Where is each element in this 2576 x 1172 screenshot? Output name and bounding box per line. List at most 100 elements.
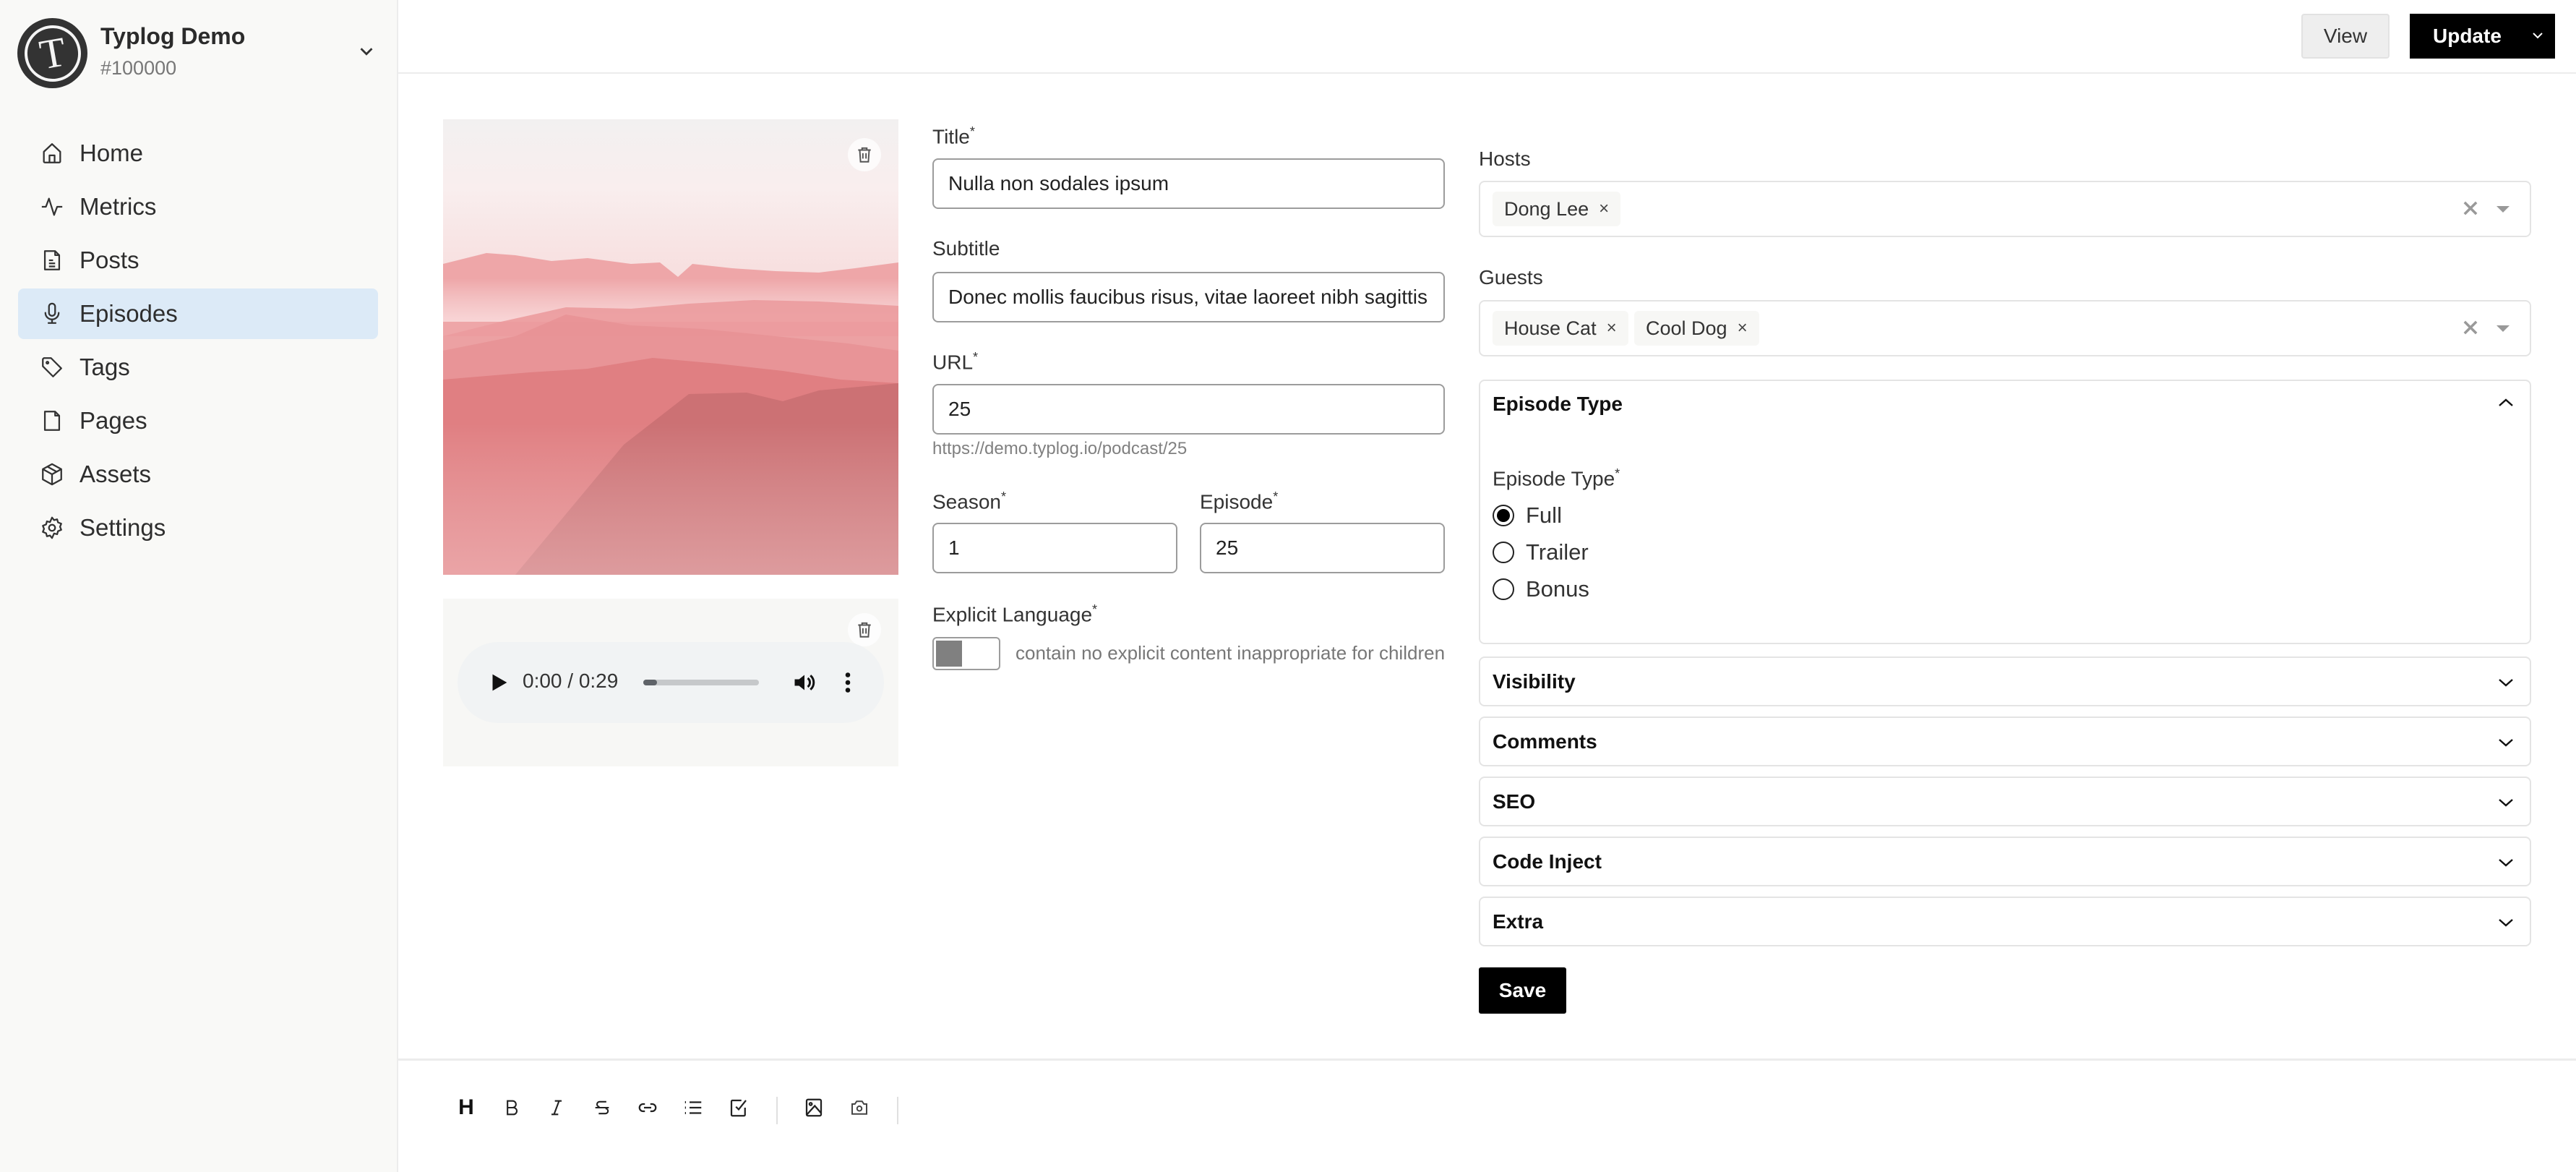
- episode-label: Episode*: [1200, 489, 1279, 513]
- sidebar: T Typlog Demo #100000 Home Metrics Posts…: [0, 0, 398, 1172]
- visibility-panel[interactable]: Visibility: [1479, 656, 2531, 706]
- extra-panel[interactable]: Extra: [1479, 897, 2531, 946]
- hosts-select[interactable]: Dong Lee ×: [1479, 181, 2531, 237]
- sidebar-item-pages[interactable]: Pages: [18, 395, 378, 446]
- play-icon[interactable]: [486, 670, 511, 696]
- sidebar-item-label: Posts: [80, 247, 139, 273]
- radio-label: Trailer: [1526, 539, 1589, 565]
- remove-chip-icon[interactable]: ×: [1607, 318, 1617, 338]
- toggle-knob: [936, 641, 962, 667]
- chevron-down-icon[interactable]: [2496, 857, 2515, 868]
- subtitle-input[interactable]: [932, 272, 1445, 322]
- title-input[interactable]: [932, 158, 1445, 209]
- sidebar-item-episodes[interactable]: Episodes: [18, 288, 378, 339]
- bold-button[interactable]: [497, 1093, 526, 1122]
- tag-icon: [42, 357, 62, 377]
- audio-section: 0:00 / 0:29: [443, 599, 898, 766]
- sidebar-item-tags[interactable]: Tags: [18, 342, 378, 393]
- chevron-up-icon[interactable]: [2496, 397, 2515, 409]
- subtitle-label: Subtitle: [932, 237, 1000, 260]
- radio-button[interactable]: [1493, 578, 1514, 600]
- update-button-label: Update: [2433, 25, 2502, 47]
- remove-chip-icon[interactable]: ×: [1599, 199, 1609, 219]
- episode-type-label: Episode Type*: [1493, 466, 1620, 490]
- radio-option-trailer[interactable]: Trailer: [1493, 539, 1589, 565]
- sidebar-item-home[interactable]: Home: [18, 128, 378, 179]
- chevron-down-icon[interactable]: [2496, 677, 2515, 688]
- update-button[interactable]: Update: [2410, 14, 2555, 59]
- url-input[interactable]: [932, 384, 1445, 435]
- heading-button[interactable]: H: [452, 1093, 481, 1122]
- panel-title: Code Inject: [1493, 850, 1602, 873]
- toolbar-separator: [776, 1097, 778, 1124]
- save-button[interactable]: Save: [1479, 967, 1566, 1014]
- site-id: #100000: [100, 57, 177, 79]
- link-icon: [638, 1103, 657, 1113]
- more-options-icon[interactable]: [841, 670, 855, 696]
- chevron-down-icon[interactable]: [2496, 797, 2515, 808]
- radio-option-bonus[interactable]: Bonus: [1493, 576, 1589, 602]
- camera-button[interactable]: [845, 1093, 874, 1122]
- list-icon: [684, 1101, 702, 1114]
- sidebar-item-label: Tags: [80, 354, 130, 380]
- radio-option-full[interactable]: Full: [1493, 502, 1562, 529]
- panel-title: Comments: [1493, 730, 1597, 753]
- radio-selected-dot: [1497, 509, 1510, 522]
- camera-icon: [851, 1100, 867, 1115]
- bullet-list-button[interactable]: [679, 1093, 708, 1122]
- dropdown-arrow-icon[interactable]: [2495, 204, 2511, 214]
- document-icon: [43, 250, 61, 270]
- season-label: Season*: [932, 489, 1006, 513]
- sidebar-item-metrics[interactable]: Metrics: [18, 181, 378, 232]
- logo-letter: T: [35, 27, 69, 79]
- activity-icon: [41, 197, 63, 216]
- site-logo[interactable]: T: [17, 18, 87, 88]
- comments-panel[interactable]: Comments: [1479, 717, 2531, 766]
- panel-title[interactable]: Episode Type: [1493, 393, 1623, 416]
- trash-icon: [858, 147, 871, 163]
- code-inject-panel[interactable]: Code Inject: [1479, 837, 2531, 886]
- trash-icon: [858, 622, 871, 638]
- radio-button[interactable]: [1493, 542, 1514, 563]
- volume-icon[interactable]: [791, 670, 817, 696]
- view-button[interactable]: View: [2301, 14, 2390, 59]
- remove-chip-icon[interactable]: ×: [1738, 318, 1748, 338]
- task-list-button[interactable]: [724, 1093, 753, 1122]
- chevron-down-icon[interactable]: [356, 40, 377, 62]
- sidebar-item-assets[interactable]: Assets: [18, 449, 378, 500]
- panel-title: Extra: [1493, 910, 1544, 933]
- chevron-down-icon[interactable]: [2496, 737, 2515, 748]
- radio-button[interactable]: [1493, 505, 1514, 526]
- episode-type-panel: Episode Type Episode Type* Full Trailer …: [1479, 380, 2531, 644]
- chevron-down-icon[interactable]: [2529, 27, 2546, 44]
- box-icon: [42, 463, 62, 486]
- sidebar-item-label: Assets: [80, 461, 152, 487]
- sidebar-item-posts[interactable]: Posts: [18, 235, 378, 286]
- radio-label: Bonus: [1526, 576, 1589, 602]
- chevron-down-icon[interactable]: [2496, 917, 2515, 928]
- gear-icon: [42, 516, 62, 539]
- sidebar-item-label: Pages: [80, 407, 147, 434]
- episode-input[interactable]: [1200, 523, 1445, 573]
- season-input[interactable]: [932, 523, 1177, 573]
- clear-icon[interactable]: [2460, 317, 2481, 338]
- home-icon: [43, 143, 61, 163]
- delete-cover-button[interactable]: [848, 138, 881, 171]
- italic-button[interactable]: [542, 1093, 571, 1122]
- site-name[interactable]: Typlog Demo: [100, 23, 245, 50]
- toolbar-separator: [897, 1097, 898, 1124]
- insert-image-button[interactable]: [799, 1093, 828, 1122]
- delete-audio-button[interactable]: [848, 613, 881, 646]
- link-button[interactable]: [633, 1093, 662, 1122]
- clear-icon[interactable]: [2460, 198, 2481, 218]
- strikethrough-button[interactable]: [588, 1093, 617, 1122]
- seo-panel[interactable]: SEO: [1479, 777, 2531, 826]
- cover-image[interactable]: [443, 119, 898, 575]
- explicit-toggle[interactable]: [932, 637, 1000, 670]
- sidebar-item-settings[interactable]: Settings: [18, 502, 378, 553]
- dropdown-arrow-icon[interactable]: [2495, 323, 2511, 333]
- mountain-landscape-image: [443, 119, 898, 575]
- guests-select[interactable]: House Cat × Cool Dog ×: [1479, 300, 2531, 356]
- audio-seek-slider[interactable]: [643, 680, 759, 685]
- title-label: Title*: [932, 124, 975, 148]
